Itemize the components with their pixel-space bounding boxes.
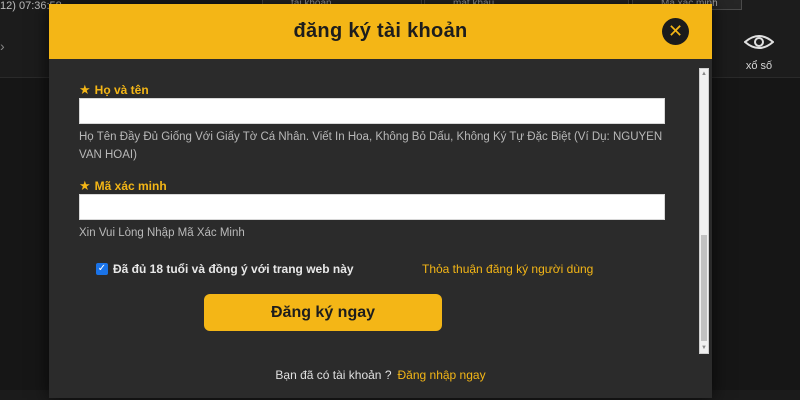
form-scrollbar[interactable]: ▲ ▼: [699, 68, 709, 354]
full-name-hint: Họ Tên Đầy Đủ Giống Với Giấy Tờ Cá Nhân.…: [79, 131, 663, 161]
required-star-icon: ★: [79, 82, 91, 97]
register-modal: đăng ký tài khoản ✕ ★ Họ và tên Họ Tên Đầ…: [49, 4, 712, 398]
captcha-label: Mã xác minh: [94, 179, 167, 193]
captcha-hint: Xin Vui Lòng Nhập Mã Xác Minh: [79, 227, 245, 239]
required-star-icon: ★: [79, 178, 91, 193]
captcha-label-row: ★ Mã xác minh: [79, 178, 167, 194]
full-name-input[interactable]: [79, 98, 665, 124]
full-name-label-row: ★ Họ và tên: [79, 82, 149, 98]
scrollbar-thumb[interactable]: [701, 235, 707, 341]
scroll-down-icon[interactable]: ▼: [700, 343, 708, 353]
xoso-label: xổ số: [745, 60, 773, 72]
register-button[interactable]: Đăng ký ngay: [204, 294, 442, 331]
agree-text: Đã đủ 18 tuổi và đồng ý với trang web nà…: [113, 262, 354, 276]
chevron-right-icon[interactable]: ›: [0, 38, 5, 54]
login-row: Bạn đã có tài khoản ? Đăng nhập ngay: [49, 368, 712, 382]
eye-icon: [744, 35, 774, 49]
full-name-label: Họ và tên: [94, 83, 149, 97]
captcha-input[interactable]: [79, 194, 665, 220]
terms-link[interactable]: Thỏa thuận đăng ký người dùng: [422, 262, 593, 276]
xoso-nav-item[interactable]: xổ số: [728, 34, 790, 74]
modal-header: đăng ký tài khoản ✕: [49, 4, 712, 59]
agree-checkbox[interactable]: ✓: [96, 263, 108, 275]
scroll-up-icon[interactable]: ▲: [700, 69, 708, 79]
modal-title: đăng ký tài khoản: [293, 20, 468, 42]
close-icon[interactable]: ✕: [662, 18, 689, 45]
login-question: Bạn đã có tài khoản ?: [275, 368, 392, 382]
login-link[interactable]: Đăng nhập ngay: [398, 368, 486, 382]
